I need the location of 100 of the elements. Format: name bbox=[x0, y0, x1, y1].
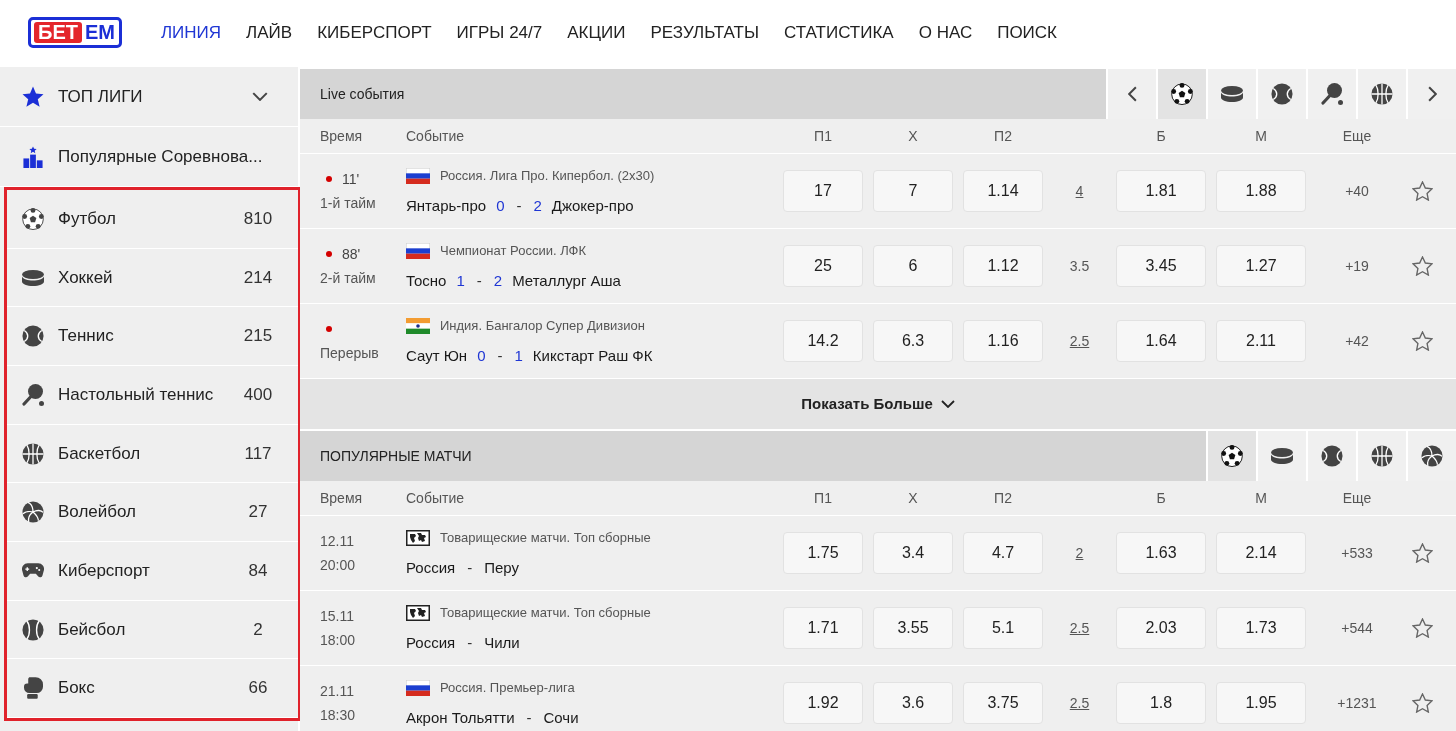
show-more-button[interactable]: Показать Больше bbox=[300, 379, 1456, 429]
basketball-icon bbox=[22, 442, 44, 465]
odds-button[interactable]: 1.8 bbox=[1116, 682, 1206, 724]
nav-link[interactable]: О НАС bbox=[918, 19, 973, 46]
volleyball-icon bbox=[1421, 445, 1443, 467]
flag-icon bbox=[406, 167, 430, 184]
nav-link[interactable]: ИГРЫ 24/7 bbox=[456, 19, 543, 46]
logo[interactable]: БЕТ ЕМ bbox=[28, 17, 122, 48]
star-icon[interactable] bbox=[1411, 256, 1433, 276]
column-header: Б bbox=[1155, 126, 1167, 146]
total-link[interactable]: 4 bbox=[1075, 180, 1084, 202]
star-icon[interactable] bbox=[1411, 618, 1433, 638]
match-period: 2-й тайм bbox=[320, 269, 376, 288]
odds-button[interactable]: 1.75 bbox=[783, 532, 863, 574]
nav-link[interactable]: РЕЗУЛЬТАТЫ bbox=[650, 19, 759, 46]
more-markets-link[interactable]: +544 bbox=[1341, 617, 1373, 639]
odds-button[interactable]: 2.14 bbox=[1216, 532, 1306, 574]
column-header: М bbox=[1254, 488, 1268, 508]
flag-icon bbox=[406, 679, 430, 696]
flag-icon bbox=[406, 242, 430, 259]
more-markets-link[interactable]: +1231 bbox=[1337, 692, 1377, 714]
more-markets-link[interactable]: +533 bbox=[1341, 542, 1373, 564]
item-count: 214 bbox=[242, 266, 274, 289]
odds-button[interactable]: 6.3 bbox=[873, 320, 953, 362]
odds-button[interactable]: 1.81 bbox=[1116, 170, 1206, 212]
total-value: 3.5 bbox=[1069, 256, 1090, 276]
odds-button[interactable]: 1.27 bbox=[1216, 245, 1306, 287]
match-minute: 11' bbox=[342, 169, 360, 189]
odds-button[interactable]: 6 bbox=[873, 245, 953, 287]
odds-button[interactable]: 14.2 bbox=[783, 320, 863, 362]
team-name: Россия bbox=[406, 557, 456, 578]
odds-button[interactable]: 1.64 bbox=[1116, 320, 1206, 362]
nav-link[interactable]: ПОИСК bbox=[997, 19, 1057, 46]
team-name: Перу bbox=[484, 557, 519, 578]
star-icon[interactable] bbox=[1411, 181, 1433, 201]
team-name: Джокер-про bbox=[551, 195, 634, 216]
item-count: 400 bbox=[242, 384, 274, 407]
star-icon[interactable] bbox=[1411, 331, 1433, 351]
more-markets-link[interactable]: +40 bbox=[1345, 180, 1369, 202]
total-link[interactable]: 2 bbox=[1075, 542, 1084, 564]
nav-link[interactable]: АКЦИИ bbox=[567, 19, 626, 46]
odds-button[interactable]: 1.92 bbox=[783, 682, 863, 724]
nav-link[interactable]: СТАТИСТИКА bbox=[784, 19, 894, 46]
more-markets-link[interactable]: +19 bbox=[1345, 255, 1369, 277]
odds-button[interactable]: 7 bbox=[873, 170, 953, 212]
column-header: П2 bbox=[993, 126, 1013, 146]
match-time: 18:30 bbox=[320, 706, 356, 725]
column-header: Время bbox=[320, 488, 363, 508]
basketball-icon bbox=[1371, 445, 1393, 467]
world-map-icon bbox=[406, 529, 430, 546]
odds-button[interactable]: 3.6 bbox=[873, 682, 953, 724]
logo-wordmark-start: БЕТ bbox=[34, 22, 82, 43]
hockey-puck-icon bbox=[1221, 86, 1243, 102]
item-count: 66 bbox=[247, 677, 269, 700]
odds-button[interactable]: 1.95 bbox=[1216, 682, 1306, 724]
odds-button[interactable]: 5.1 bbox=[963, 607, 1043, 649]
total-link[interactable]: 2.5 bbox=[1069, 330, 1090, 352]
odds-button[interactable]: 1.88 bbox=[1216, 170, 1306, 212]
total-link[interactable]: 2.5 bbox=[1069, 692, 1090, 714]
odds-button[interactable]: 3.75 bbox=[963, 682, 1043, 724]
team-name: Янтарь-про bbox=[406, 195, 487, 216]
section-title: Live события bbox=[320, 84, 405, 104]
star-icon[interactable] bbox=[1411, 543, 1433, 563]
boxing-glove-icon bbox=[23, 677, 43, 700]
odds-button[interactable]: 25 bbox=[783, 245, 863, 287]
tennis-ball-icon bbox=[1321, 445, 1343, 467]
nav-link[interactable]: КИБЕРСПОРТ bbox=[317, 19, 432, 46]
sport-tab[interactable] bbox=[1206, 431, 1256, 481]
odds-button[interactable]: 3.45 bbox=[1116, 245, 1206, 287]
odds-button[interactable]: 3.4 bbox=[873, 532, 953, 574]
odds-button[interactable]: 1.73 bbox=[1216, 607, 1306, 649]
total-link[interactable]: 2.5 bbox=[1069, 617, 1090, 639]
odds-button[interactable]: 1.71 bbox=[783, 607, 863, 649]
sport-tab[interactable] bbox=[1156, 69, 1206, 119]
item-count: 810 bbox=[242, 208, 274, 231]
odds-button[interactable]: 1.14 bbox=[963, 170, 1043, 212]
score-separator: - bbox=[525, 707, 533, 728]
column-header: Еще bbox=[1341, 488, 1373, 508]
odds-button[interactable]: 1.12 bbox=[963, 245, 1043, 287]
section-title: ПОПУЛЯРНЫЕ МАТЧИ bbox=[320, 446, 472, 466]
team-name: Чили bbox=[484, 632, 520, 653]
odds-button[interactable]: 4.7 bbox=[963, 532, 1043, 574]
score-separator: - bbox=[466, 632, 474, 653]
odds-button[interactable]: 1.16 bbox=[963, 320, 1043, 362]
odds-button[interactable]: 3.55 bbox=[873, 607, 953, 649]
star-icon[interactable] bbox=[1411, 693, 1433, 713]
odds-button[interactable]: 2.03 bbox=[1116, 607, 1206, 649]
tennis-ball-icon bbox=[1271, 83, 1293, 105]
nav-link[interactable]: ЛИНИЯ bbox=[160, 19, 222, 46]
logo-wordmark-end: ЕМ bbox=[83, 22, 116, 43]
column-header: Х bbox=[907, 488, 919, 508]
more-markets-link[interactable]: +42 bbox=[1345, 330, 1369, 352]
column-header: П1 bbox=[813, 488, 833, 508]
score: 1 bbox=[514, 345, 523, 366]
odds-button[interactable]: 17 bbox=[783, 170, 863, 212]
score: 0 bbox=[477, 345, 486, 366]
nav-link[interactable]: ЛАЙВ bbox=[246, 19, 293, 46]
odds-button[interactable]: 1.63 bbox=[1116, 532, 1206, 574]
column-header: М bbox=[1254, 126, 1268, 146]
odds-button[interactable]: 2.11 bbox=[1216, 320, 1306, 362]
